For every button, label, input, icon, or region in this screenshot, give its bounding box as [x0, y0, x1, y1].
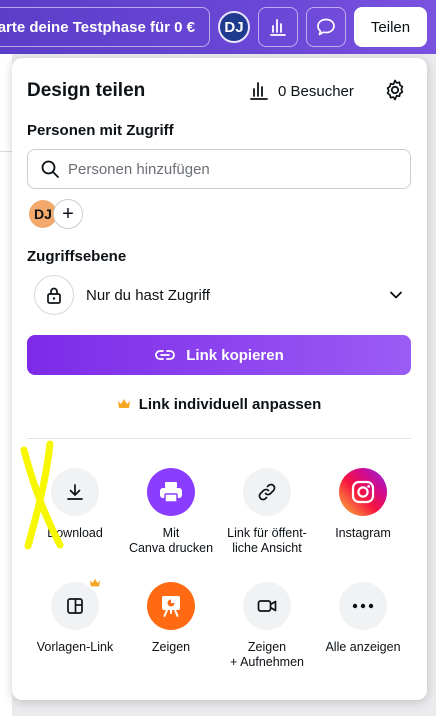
- public-link-icon-wrapper: [243, 468, 291, 516]
- comment-icon: [317, 18, 335, 36]
- crown-icon: [117, 399, 130, 408]
- link-icon: [258, 483, 276, 501]
- video-camera-icon: [257, 600, 277, 612]
- add-people-search[interactable]: [27, 149, 411, 189]
- lock-icon-wrapper: [34, 275, 74, 315]
- more-dots-icon: [352, 603, 374, 609]
- bar-chart-icon: [250, 82, 268, 100]
- user-avatar[interactable]: DJ: [218, 11, 250, 43]
- printer-icon: [160, 482, 182, 503]
- action-label: Alle anzeigen: [325, 640, 401, 654]
- visitors-label: 0 Besucher: [278, 82, 354, 100]
- share-button[interactable]: Teilen: [354, 7, 427, 47]
- record-icon-wrapper: [243, 582, 291, 630]
- share-panel: Design teilen 0 Besucher Personen mit Zu…: [12, 58, 427, 700]
- action-label: Instagram: [335, 526, 391, 540]
- instagram-icon: [351, 480, 375, 504]
- action-label: Zeigen + Aufnehmen: [229, 640, 305, 669]
- plus-icon: +: [62, 202, 74, 225]
- more-icon-wrapper: [339, 582, 387, 630]
- comments-button[interactable]: [306, 7, 346, 47]
- download-icon: [67, 484, 83, 500]
- access-level-dropdown[interactable]: Nur du hast Zugriff: [27, 274, 411, 316]
- customize-link-label: Link individuell anpassen: [138, 395, 322, 413]
- panel-title: Design teilen: [27, 80, 146, 101]
- action-label: Link für öffent-liche Ansicht: [227, 526, 307, 555]
- lock-icon: [47, 287, 61, 304]
- print-with-canva-action[interactable]: Mit Canva drucken: [123, 468, 219, 556]
- present-icon-wrapper: [147, 582, 195, 630]
- action-label: Mit Canva drucken: [128, 526, 214, 555]
- editor-left-strip: [0, 54, 12, 716]
- add-people-input[interactable]: [68, 160, 388, 178]
- people-with-access-label: Personen mit Zugriff: [27, 122, 174, 139]
- present-and-record-action[interactable]: Zeigen + Aufnehmen: [219, 582, 315, 670]
- present-action[interactable]: Zeigen: [123, 582, 219, 655]
- start-trial-button[interactable]: tarte deine Testphase für 0 €: [0, 7, 210, 47]
- divider: [27, 438, 411, 439]
- template-icon-wrapper: [51, 578, 100, 630]
- copy-link-label: Link kopieren: [186, 346, 284, 364]
- customize-link-button[interactable]: Link individuell anpassen: [27, 393, 411, 415]
- crown-icon: [90, 578, 100, 587]
- download-icon-wrapper: [51, 468, 99, 516]
- access-level-label: Zugriffsebene: [27, 248, 127, 265]
- template-icon: [67, 598, 83, 614]
- copy-link-button[interactable]: Link kopieren: [27, 335, 411, 375]
- bar-chart-icon: [270, 19, 286, 36]
- template-link-action[interactable]: Vorlagen-Link: [27, 578, 123, 655]
- search-icon: [41, 160, 59, 178]
- action-label: Vorlagen-Link: [36, 640, 114, 654]
- show-all-action[interactable]: Alle anzeigen: [315, 582, 411, 655]
- access-level-value: Nur du hast Zugriff: [86, 286, 210, 304]
- instagram-action[interactable]: Instagram: [315, 468, 411, 541]
- presentation-icon: [162, 596, 180, 617]
- instagram-icon-wrapper: [339, 468, 387, 516]
- visitors-counter[interactable]: 0 Besucher: [248, 80, 354, 102]
- add-person-button[interactable]: +: [53, 199, 83, 229]
- chevron-down-icon: [390, 291, 402, 299]
- gear-icon: [386, 79, 404, 101]
- action-label: Download: [47, 526, 103, 540]
- download-action[interactable]: Download: [27, 468, 123, 541]
- action-label: Zeigen: [151, 640, 191, 654]
- printer-icon-wrapper: [147, 468, 195, 516]
- insights-button[interactable]: [258, 7, 298, 47]
- top-bar: tarte deine Testphase für 0 € DJ Teilen: [0, 0, 436, 54]
- settings-button[interactable]: [383, 78, 407, 102]
- link-icon: [155, 350, 176, 360]
- public-view-link-action[interactable]: Link für öffent-liche Ansicht: [219, 468, 315, 556]
